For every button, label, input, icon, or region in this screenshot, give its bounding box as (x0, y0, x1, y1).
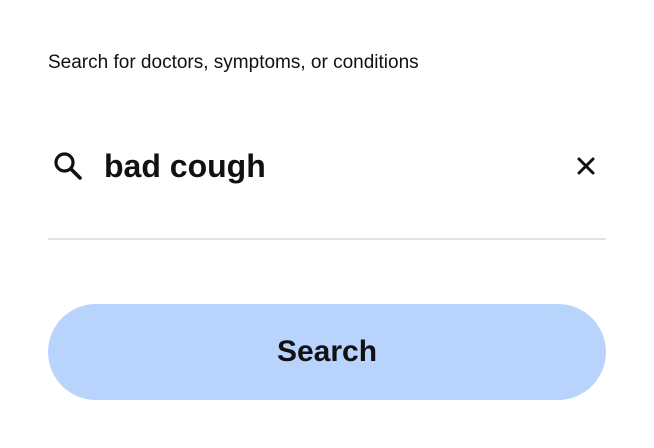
search-divider (48, 238, 606, 240)
search-icon (51, 149, 85, 183)
search-field-row (48, 130, 606, 202)
search-input[interactable] (104, 144, 568, 188)
clear-search-button[interactable] (568, 148, 604, 184)
search-prompt-label: Search for doctors, symptoms, or conditi… (48, 52, 419, 73)
close-icon (577, 157, 595, 175)
search-button[interactable]: Search (48, 304, 606, 400)
